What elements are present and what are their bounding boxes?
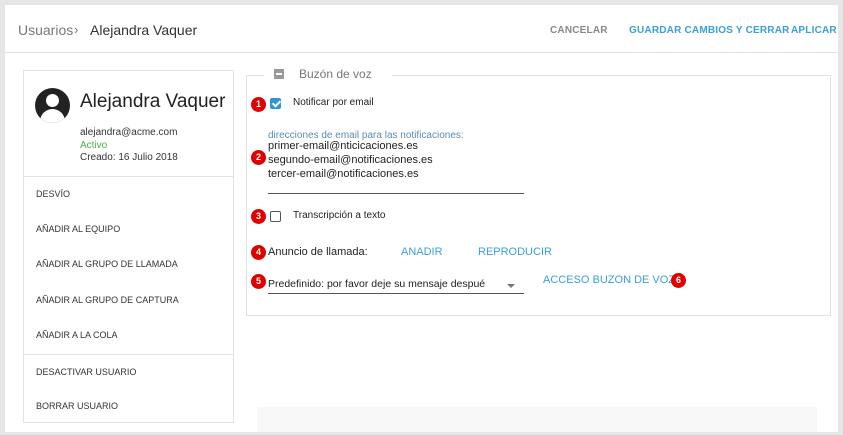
callout-badge-6: 6 — [671, 273, 686, 288]
menu-item-add-to-call-group[interactable]: AÑADIR AL GRUPO DE LLAMADA — [24, 247, 233, 283]
chevron-down-icon[interactable] — [507, 284, 515, 288]
transcription-label: Transcripción a texto — [293, 210, 386, 221]
user-name: Alejandra Vaquer — [80, 91, 226, 112]
callout-badge-1: 1 — [251, 97, 266, 112]
email-address-3[interactable]: tercer-email@notificaciones.es — [268, 168, 419, 180]
greeting-select[interactable]: Predefinido: por favor deje su mensaje d… — [268, 278, 485, 290]
emails-field-underline — [268, 193, 524, 194]
add-announcement-button[interactable]: ANADIR — [401, 246, 443, 258]
collapse-icon[interactable] — [274, 69, 284, 79]
callout-badge-2: 2 — [251, 150, 266, 165]
user-created: Creado: 16 Julio 2018 — [80, 152, 178, 163]
avatar-icon — [35, 88, 70, 123]
greeting-select-underline — [268, 293, 524, 294]
cancel-button[interactable]: CANCELAR — [550, 25, 608, 36]
chevron-right-icon: › — [74, 22, 79, 37]
transcription-checkbox[interactable] — [270, 211, 281, 222]
voicemail-legend[interactable]: Buzón de voz — [264, 66, 392, 84]
email-address-2[interactable]: segundo-email@notificaciones.es — [268, 154, 433, 166]
voicemail-access-button[interactable]: ACCESO BUZON DE VOZ — [543, 274, 675, 286]
user-email: alejandra@acme.com — [80, 127, 178, 138]
menu-item-add-to-team[interactable]: AÑADIR AL EQUIPO — [24, 212, 233, 248]
callout-badge-3: 3 — [251, 209, 266, 224]
content-bottom-area — [257, 407, 817, 432]
breadcrumb-users[interactable]: Usuarios — [18, 22, 73, 38]
menu-item-add-to-pickup-group[interactable]: AÑADIR AL GRUPO DE CAPTURA — [24, 283, 233, 319]
email-address-1[interactable]: primer-email@nticicaciones.es — [268, 140, 418, 152]
callout-badge-5: 5 — [251, 274, 266, 289]
menu-item-delete-user[interactable]: BORRAR USUARIO — [24, 389, 233, 425]
user-profile-card: Alejandra Vaquer alejandra@acme.com Acti… — [23, 70, 234, 423]
notify-email-label: Notificar por email — [293, 97, 374, 108]
apply-button[interactable]: APLICAR — [791, 25, 837, 36]
announcement-label: Anuncio de llamada: — [268, 246, 368, 258]
app-window: Usuarios › Alejandra Vaquer CANCELAR GUA… — [5, 5, 838, 432]
breadcrumb-current: Alejandra Vaquer — [90, 22, 198, 38]
user-status: Activo — [80, 140, 108, 151]
play-announcement-button[interactable]: REPRODUCIR — [478, 246, 552, 258]
menu-item-forwarding[interactable]: DESVÍO — [24, 176, 233, 212]
menu-item-deactivate-user[interactable]: DESACTIVAR USUARIO — [24, 353, 233, 390]
voicemail-title: Buzón de voz — [299, 67, 372, 81]
save-and-close-button[interactable]: GUARDAR CAMBIOS Y CERRAR — [629, 25, 790, 36]
notify-email-checkbox[interactable] — [270, 98, 281, 109]
callout-badge-4: 4 — [251, 245, 266, 260]
user-actions-menu: DESVÍO AÑADIR AL EQUIPO AÑADIR AL GRUPO … — [24, 176, 233, 425]
menu-item-add-to-queue[interactable]: AÑADIR A LA COLA — [24, 318, 233, 354]
top-bar: Usuarios › Alejandra Vaquer CANCELAR GUA… — [5, 5, 838, 53]
